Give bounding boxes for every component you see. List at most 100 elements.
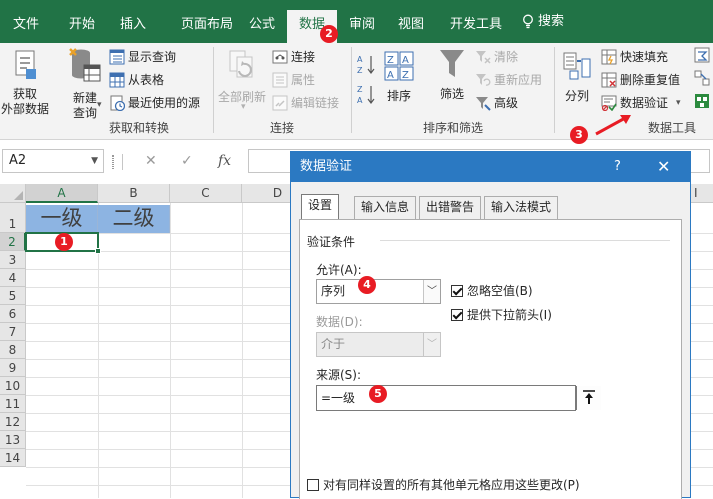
data-model-icon — [695, 94, 709, 108]
svg-text:Z: Z — [357, 85, 363, 94]
help-button[interactable]: ? — [614, 152, 621, 182]
validation-criteria-title: 验证条件 — [307, 235, 356, 249]
sort-button[interactable]: ZAAZ 排序 — [383, 51, 415, 104]
get-external-data-label: 获取 外部数据 — [0, 87, 49, 116]
recent-sources-label: 最近使用的源 — [128, 96, 201, 110]
formula-bar-grip[interactable] — [112, 155, 114, 169]
apply-all-checkbox[interactable]: 对有同样设置的所有其他单元格应用这些更改(P) — [307, 476, 580, 493]
advanced-filter-icon — [476, 97, 491, 111]
edit-links-button[interactable]: 编辑链接 — [272, 93, 339, 113]
row-header-4[interactable]: 4 — [0, 269, 26, 287]
column-header-c[interactable]: C — [170, 184, 242, 203]
row-header-2[interactable]: 2 — [0, 233, 26, 251]
gridline — [170, 203, 171, 498]
refresh-dropdown-icon: ▾ — [241, 102, 246, 112]
data-validation-icon — [601, 95, 617, 111]
tab-insert[interactable]: 插入 — [110, 0, 156, 43]
clear-filter-button[interactable]: 清除 — [475, 47, 518, 67]
row-header-14[interactable]: 14 — [0, 449, 26, 467]
tab-settings[interactable]: 设置 — [301, 194, 340, 220]
column-header-partial[interactable]: I — [690, 184, 713, 203]
sort-descending-button[interactable]: ZA — [356, 83, 376, 108]
consolidate-button[interactable] — [694, 47, 710, 66]
name-box-dropdown-icon[interactable]: ▼ — [91, 150, 98, 172]
row-header-1[interactable]: 1 — [0, 203, 26, 233]
source-input[interactable]: =一级 — [316, 385, 601, 411]
tab-developer[interactable]: 开发工具 — [440, 0, 512, 43]
formula-bar-separator — [122, 154, 123, 170]
properties-button[interactable]: 属性 — [272, 70, 315, 90]
tab-review[interactable]: 审阅 — [340, 0, 384, 43]
cursor-highlight — [117, 234, 127, 248]
cancel-icon[interactable]: ✕ — [145, 153, 157, 169]
filter-button[interactable]: 筛选 — [433, 47, 471, 102]
collapse-dialog-button[interactable] — [576, 386, 601, 410]
column-header-b[interactable]: B — [98, 184, 170, 203]
tell-me-search[interactable]: 搜索 — [522, 0, 574, 43]
step-badge-4: 4 — [358, 276, 376, 294]
data-model-button[interactable] — [694, 93, 710, 112]
data-validation-button[interactable]: 数据验证 ▾ — [601, 93, 681, 113]
row-header-8[interactable]: 8 — [0, 341, 26, 359]
tab-formulas[interactable]: 公式 — [240, 0, 284, 43]
in-cell-dropdown-label: 提供下拉箭头(I) — [467, 308, 552, 322]
insert-function-icon[interactable]: fx — [218, 153, 231, 169]
tab-error-alert[interactable]: 出错警告 — [419, 196, 482, 219]
ignore-blank-checkbox[interactable]: 忽略空值(B) — [451, 282, 533, 299]
column-header-a[interactable]: A — [26, 184, 98, 203]
close-button[interactable]: ✕ — [657, 152, 670, 182]
step-badge-1: 1 — [55, 233, 73, 251]
tab-file[interactable]: 文件 — [0, 0, 52, 43]
row-header-10[interactable]: 10 — [0, 377, 26, 395]
advanced-filter-button[interactable]: 高级 — [475, 93, 518, 113]
relationships-button[interactable] — [694, 70, 710, 89]
checkbox-box[interactable] — [451, 284, 463, 297]
fill-handle[interactable] — [95, 248, 101, 254]
refresh-all-button[interactable]: 全部刷新 — [216, 49, 268, 105]
from-table-button[interactable]: 从表格 — [109, 70, 164, 90]
tab-view[interactable]: 视图 — [389, 0, 433, 43]
text-to-columns-button[interactable]: 分列 — [559, 51, 595, 104]
tab-home[interactable]: 开始 — [56, 0, 108, 43]
row-header-5[interactable]: 5 — [0, 287, 26, 305]
data-operator-select[interactable]: 介于 ﹀ — [316, 332, 441, 357]
name-box[interactable]: A2 ▼ — [2, 149, 104, 173]
recent-sources-button[interactable]: 最近使用的源 — [109, 93, 200, 113]
svg-text:A: A — [357, 55, 363, 64]
reapply-filter-button[interactable]: 重新应用 — [475, 70, 542, 90]
reapply-icon — [476, 74, 491, 86]
clear-filter-icon — [476, 51, 491, 64]
checkbox-box[interactable] — [451, 308, 463, 321]
allow-select[interactable]: 序列 ﹀ — [316, 279, 441, 304]
select-all-corner[interactable] — [0, 184, 26, 203]
row-header-7[interactable]: 7 — [0, 323, 26, 341]
row-header-11[interactable]: 11 — [0, 395, 26, 413]
chevron-down-icon[interactable]: ﹀ — [423, 280, 440, 303]
tab-page-layout[interactable]: 页面布局 — [162, 0, 252, 43]
show-queries-button[interactable]: 显示查询 — [109, 47, 176, 67]
chevron-down-icon[interactable]: ﹀ — [423, 333, 440, 356]
row-header-13[interactable]: 13 — [0, 431, 26, 449]
remove-duplicates-button[interactable]: 删除重复值 — [601, 70, 680, 90]
row-header-9[interactable]: 9 — [0, 359, 26, 377]
get-external-data-button[interactable]: 获取 外部数据 — [0, 49, 50, 117]
properties-label: 属性 — [291, 73, 316, 87]
sort-ascending-button[interactable]: AZ — [356, 53, 376, 78]
group-label-get-transform: 获取和转换 — [108, 121, 169, 135]
enter-check-icon[interactable]: ✓ — [181, 153, 193, 169]
cell-a1[interactable]: 一级 — [26, 205, 98, 233]
settings-panel: 验证条件 允许(A): 序列 ﹀ 忽略空值(B) 提供下拉箭头(I) 数据(D)… — [299, 219, 682, 499]
in-cell-dropdown-checkbox[interactable]: 提供下拉箭头(I) — [451, 306, 552, 323]
connections-button[interactable]: 连接 — [272, 47, 315, 67]
flash-fill-button[interactable]: 快速填充 — [601, 47, 668, 67]
row-header-12[interactable]: 12 — [0, 413, 26, 431]
cell-b1[interactable]: 二级 — [98, 205, 170, 233]
checkbox-box[interactable] — [307, 478, 319, 491]
recent-sources-icon — [110, 95, 125, 111]
row-header-6[interactable]: 6 — [0, 305, 26, 323]
filter-label: 筛选 — [439, 87, 464, 101]
tab-input-message[interactable]: 输入信息 — [354, 196, 417, 219]
tab-ime-mode[interactable]: 输入法模式 — [484, 196, 559, 219]
dialog-title-bar[interactable]: 数据验证 ? ✕ — [291, 152, 690, 182]
row-header-3[interactable]: 3 — [0, 251, 26, 269]
